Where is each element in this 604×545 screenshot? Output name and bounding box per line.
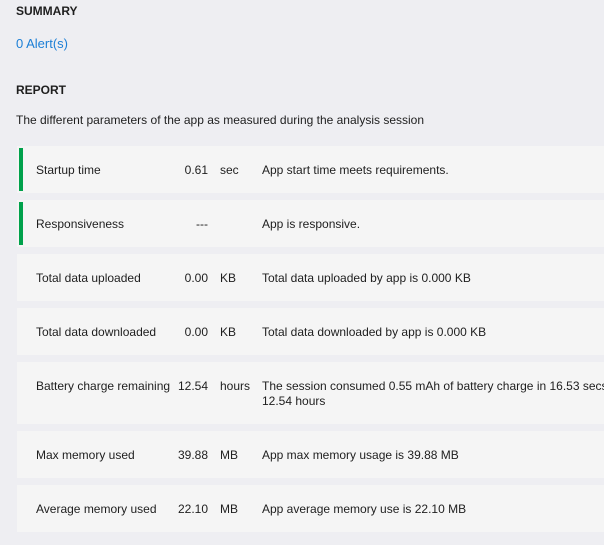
metric-description: App average memory use is 22.10 MB [262, 502, 467, 516]
metric-value: 0.00 [184, 271, 208, 285]
report-row-data-downloaded: Total data downloaded 0.00 KB Total data… [17, 308, 604, 355]
metric-value: 22.10 [177, 502, 208, 516]
metric-description: Total data downloaded by app is 0.000 KB [262, 325, 487, 339]
metric-description: App is responsive. [262, 217, 361, 231]
report-description: The different parameters of the app as m… [16, 113, 425, 127]
metric-unit: MB [220, 448, 238, 462]
metric-description: Total data uploaded by app is 0.000 KB [262, 271, 471, 285]
metric-name: Max memory used [36, 448, 135, 462]
metric-unit: KB [220, 325, 237, 339]
metric-description: The session consumed 0.55 mAh of battery… [262, 379, 604, 409]
metric-unit: hours [220, 379, 251, 393]
metric-value: 0.61 [184, 163, 208, 177]
metric-unit: sec [220, 163, 239, 177]
metric-name: Average memory used [36, 502, 157, 516]
summary-heading: SUMMARY [16, 4, 78, 18]
report-row-startup-time: Startup time 0.61 sec App start time mee… [17, 146, 604, 193]
report-row-average-memory: Average memory used 22.10 MB App average… [17, 485, 604, 532]
metric-description: App start time meets requirements. [262, 163, 449, 177]
report-table: Startup time 0.61 sec App start time mee… [17, 146, 604, 539]
metric-value: 39.88 [177, 448, 208, 462]
alerts-link[interactable]: 0 Alert(s) [16, 36, 68, 51]
metric-value: 12.54 [177, 379, 208, 393]
status-indicator-pass [19, 202, 23, 245]
metric-value: --- [196, 217, 208, 231]
report-row-responsiveness: Responsiveness --- App is responsive. [17, 200, 604, 247]
report-heading: REPORT [16, 83, 67, 97]
metric-name: Total data uploaded [36, 271, 141, 285]
metric-value: 0.00 [184, 325, 208, 339]
status-indicator-pass [19, 148, 23, 191]
metric-unit: KB [220, 271, 237, 285]
metric-name: Startup time [36, 163, 101, 177]
metric-name: Battery charge remaining [36, 379, 171, 393]
metric-name: Total data downloaded [36, 325, 157, 339]
report-row-data-uploaded: Total data uploaded 0.00 KB Total data u… [17, 254, 604, 301]
report-row-battery: Battery charge remaining 12.54 hours The… [17, 362, 604, 424]
metric-description-line2: 12.54 hours [262, 394, 326, 408]
report-row-max-memory: Max memory used 39.88 MB App max memory … [17, 431, 604, 478]
metric-description-line1: The session consumed 0.55 mAh of battery… [262, 379, 604, 393]
metric-unit: MB [220, 502, 238, 516]
metric-name: Responsiveness [36, 217, 125, 231]
metric-description: App max memory usage is 39.88 MB [262, 448, 459, 462]
